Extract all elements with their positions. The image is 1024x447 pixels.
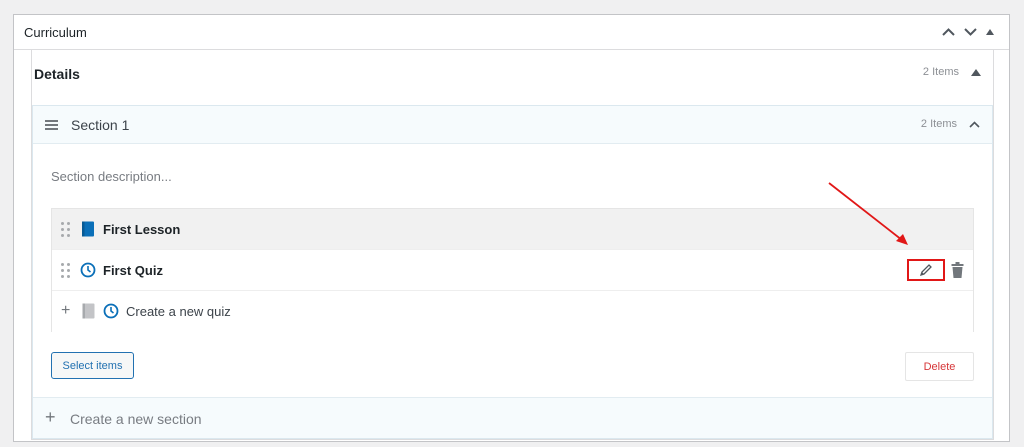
details-meta: 2 Items	[923, 66, 981, 78]
delete-item-button[interactable]	[951, 262, 964, 283]
details-title: Details	[34, 66, 80, 82]
edit-item-button[interactable]	[907, 259, 945, 281]
select-items-button[interactable]: Select items	[51, 352, 134, 379]
list-item[interactable]: First Lesson	[52, 209, 973, 250]
new-section-row: + Create a new section	[33, 397, 992, 438]
section-header: Section 1 2 Items	[33, 106, 992, 144]
panel-title: Curriculum	[24, 25, 87, 40]
section-title-input[interactable]: Section 1	[71, 117, 129, 133]
details-container: Details 2 Items Section 1 2 Items Sectio…	[31, 50, 994, 440]
curriculum-panel: Curriculum Details 2 Items Section 1 2 I…	[13, 14, 1010, 442]
chevron-down-icon[interactable]	[959, 21, 981, 43]
trash-icon	[951, 262, 964, 278]
book-icon	[80, 221, 96, 237]
new-section-input[interactable]: Create a new section	[70, 411, 202, 427]
section-card: Section 1 2 Items Section description...…	[32, 105, 993, 439]
collapse-toggle-icon[interactable]	[981, 21, 999, 43]
item-drag-handle-icon[interactable]	[61, 263, 71, 278]
delete-section-button[interactable]: Delete	[905, 352, 974, 381]
panel-header: Curriculum	[14, 15, 1009, 50]
plus-icon[interactable]: +	[61, 303, 70, 319]
new-item-row: + Create a new quiz	[52, 291, 973, 332]
lesson-type-icon[interactable]	[82, 303, 95, 324]
section-item-count: 2 Items	[920, 118, 957, 130]
item-title[interactable]: First Quiz	[103, 263, 163, 278]
quiz-type-icon[interactable]	[103, 303, 119, 324]
section-collapse-icon[interactable]	[969, 120, 980, 128]
panel-header-controls	[937, 21, 999, 43]
section-description-input[interactable]: Section description...	[51, 169, 172, 184]
section-items-list: First Lesson First Quiz + Create a new q…	[51, 208, 974, 332]
plus-icon[interactable]: +	[45, 408, 56, 426]
details-collapse-icon[interactable]	[971, 68, 981, 76]
new-item-input[interactable]: Create a new quiz	[126, 304, 231, 319]
details-item-count: 2 Items	[922, 66, 959, 78]
clock-icon	[80, 262, 96, 278]
chevron-up-icon[interactable]	[937, 21, 959, 43]
list-item[interactable]: First Quiz	[52, 250, 973, 291]
item-title[interactable]: First Lesson	[103, 222, 180, 237]
section-drag-handle-icon[interactable]	[45, 120, 58, 132]
section-meta: 2 Items	[921, 118, 980, 130]
pencil-icon	[919, 264, 932, 277]
item-drag-handle-icon[interactable]	[61, 222, 71, 237]
